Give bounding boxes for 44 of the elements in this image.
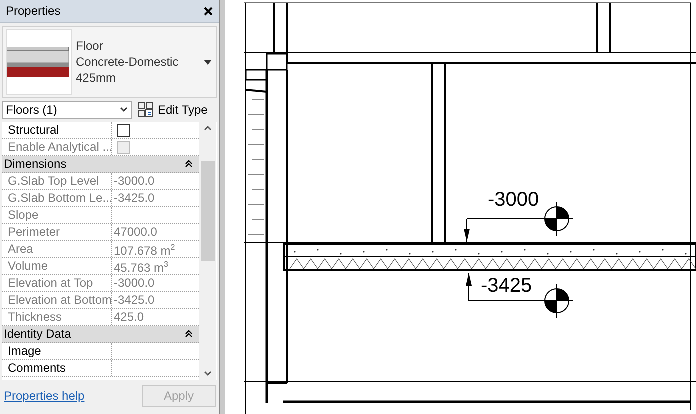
help-link[interactable]: Properties help <box>4 389 85 403</box>
property-name: Volume <box>2 258 112 274</box>
scrollbar-thumb[interactable] <box>200 161 214 261</box>
type-selector[interactable]: Floor Concrete-Domestic 425mm <box>2 26 217 98</box>
floor-preview-icon <box>6 29 72 95</box>
property-name: Area <box>2 241 112 257</box>
type-name: Concrete-Domestic <box>76 54 180 70</box>
dropdown-arrow-icon[interactable] <box>204 60 212 64</box>
group-header[interactable]: Identity Data <box>2 326 199 343</box>
property-value: 45.763 m$^{3}$ <box>114 258 168 276</box>
edit-type-button[interactable]: Edit Type <box>136 102 210 118</box>
scroll-down-icon[interactable] <box>204 371 212 377</box>
level-label: -3425 <box>481 275 532 297</box>
panel-title: Properties <box>6 4 61 18</box>
property-name: Perimeter <box>2 224 112 240</box>
scroll-up-icon[interactable] <box>204 125 212 131</box>
chevron-icon[interactable] <box>185 330 193 338</box>
property-name: Elevation at Bottom <box>2 292 112 308</box>
checkbox[interactable] <box>117 124 130 136</box>
level-label: -3000 <box>488 189 540 211</box>
edit-type-icon <box>138 102 154 118</box>
property-value: 425.0 <box>114 309 144 325</box>
property-value: -3000.0 <box>114 173 155 189</box>
property-name: Comments <box>2 360 112 376</box>
property-name: Thickness <box>2 309 112 325</box>
group-label: Identity Data <box>4 327 72 341</box>
property-value: 47000.0 <box>114 224 158 240</box>
group-label: Dimensions <box>4 157 67 171</box>
property-value: -3425.0 <box>114 292 155 308</box>
filter-dropdown[interactable]: Floors (1) <box>2 101 132 119</box>
group-header[interactable]: Dimensions <box>2 156 199 173</box>
property-name: Slope <box>2 207 112 223</box>
property-name: Image <box>2 343 112 359</box>
type-thickness: 425mm <box>76 70 118 86</box>
property-name: G.Slab Top Level <box>2 173 112 189</box>
property-value: -3000.0 <box>114 275 155 291</box>
family-name: Floor <box>76 38 104 54</box>
property-name: Structural <box>2 122 112 138</box>
property-value: 107.678 m$^{2}$ <box>114 242 176 258</box>
property-name: Elevation at Top <box>2 275 112 291</box>
chevron-icon[interactable] <box>185 160 193 168</box>
chevron-down-icon <box>120 107 128 113</box>
close-icon[interactable] <box>204 6 213 16</box>
property-value: -3425.0 <box>114 190 155 206</box>
